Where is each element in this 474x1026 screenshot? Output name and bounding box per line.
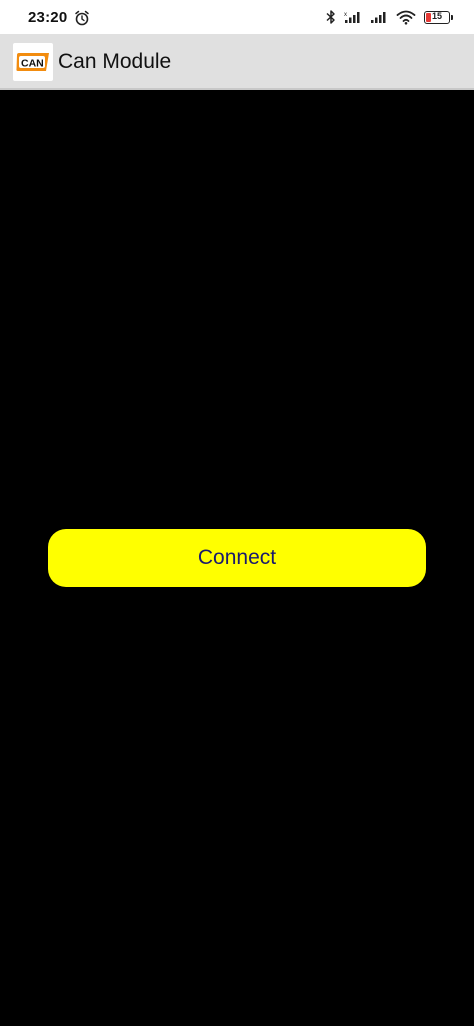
connect-button-label: Connect xyxy=(197,546,277,569)
status-time: 23:20 xyxy=(28,9,68,26)
alarm-clock-icon xyxy=(74,10,90,26)
wifi-icon xyxy=(396,10,416,25)
app-screen: 23:20 x 15 CAN Can Module Connect xyxy=(0,0,474,1026)
battery-icon: 15 xyxy=(424,10,453,24)
app-title: Can Module xyxy=(58,50,172,73)
app-logo-text: CAN xyxy=(21,58,44,70)
svg-text:x: x xyxy=(344,12,347,18)
app-logo: CAN xyxy=(13,43,53,81)
battery-level: 15 xyxy=(431,10,442,21)
app-bar: CAN Can Module xyxy=(0,34,474,90)
cell-signal-icon-2 xyxy=(370,10,388,24)
cell-signal-icon: x xyxy=(344,10,362,24)
status-bar: 23:20 x 15 xyxy=(0,0,474,34)
bluetooth-icon xyxy=(326,9,336,25)
status-icons: x 15 xyxy=(326,8,453,26)
connect-button[interactable]: Connect xyxy=(48,529,426,587)
